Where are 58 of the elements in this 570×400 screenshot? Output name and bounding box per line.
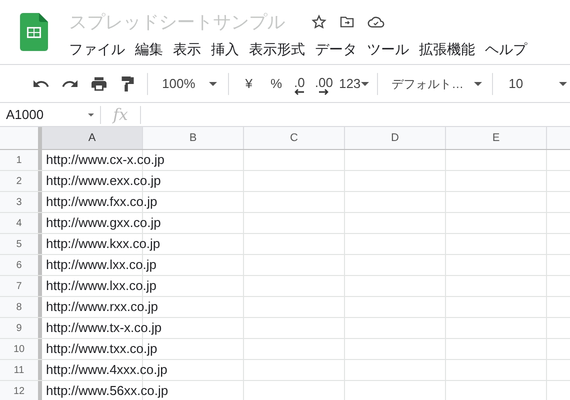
row-header[interactable]: 7	[0, 276, 42, 296]
row-header[interactable]: 10	[0, 339, 42, 359]
cell-reference: A1000	[6, 106, 44, 124]
name-box[interactable]: A1000	[0, 104, 100, 124]
zoom-dropdown[interactable]: 100%	[162, 74, 218, 94]
caret-icon	[88, 112, 94, 116]
left-arrow-icon	[294, 88, 304, 94]
column-header[interactable]: A	[42, 127, 143, 149]
right-arrow-icon	[318, 88, 329, 94]
cell-text: http://www.lxx.co.jp	[46, 256, 157, 274]
cell-text: http://www.txx.co.jp	[46, 340, 158, 358]
menu-item[interactable]: 表示形式	[249, 39, 305, 60]
star-icon[interactable]	[311, 14, 327, 30]
row-header[interactable]: 6	[0, 255, 42, 275]
row-header[interactable]: 4	[0, 213, 42, 233]
sheets-logo-icon[interactable]	[20, 13, 48, 51]
cell-text: http://www.rxx.co.jp	[46, 298, 158, 316]
cloud-check-icon[interactable]	[367, 14, 385, 30]
increase-decimals-button[interactable]: .00	[314, 72, 333, 94]
cell-text: http://www.kxx.co.jp	[46, 235, 160, 254]
menu-item[interactable]: ファイル	[69, 39, 125, 60]
function-label: fx	[111, 104, 129, 126]
more-formats-dropdown[interactable]: 123	[338, 74, 369, 94]
cell-text: http://www.4xxx.co.jp	[46, 361, 168, 380]
menu-item[interactable]: 表示	[173, 39, 201, 60]
font-size-dropdown[interactable]: 10	[508, 74, 568, 94]
cell-text: http://www.cx-x.co.jp	[46, 151, 164, 170]
menu-item[interactable]: ツール	[367, 39, 409, 60]
caret-icon	[209, 82, 218, 86]
cell-text: http://www.56xx.co.jp	[46, 382, 168, 400]
row-header[interactable]: 5	[0, 234, 42, 254]
cell-text: http://www.exx.co.jp	[46, 172, 161, 190]
caret-icon	[474, 82, 482, 86]
row-header[interactable]: 2	[0, 171, 42, 191]
decrease-decimals-button[interactable]: .0	[294, 72, 305, 94]
row-header[interactable]: 8	[0, 297, 42, 317]
percent-button[interactable]: %	[270, 74, 282, 94]
menu-item[interactable]: 挿入	[211, 39, 239, 60]
row-header[interactable]: 1	[0, 150, 42, 170]
folder-icon[interactable]	[339, 14, 355, 30]
caret-icon	[360, 82, 369, 86]
cell-text: http://www.gxx.co.jp	[46, 214, 161, 232]
print-icon[interactable]	[90, 74, 108, 92]
menu-item[interactable]: ヘルプ	[485, 39, 527, 60]
paint-format-icon[interactable]	[119, 74, 135, 92]
menu-item[interactable]: 拡張機能	[419, 39, 475, 60]
menu-item[interactable]: 編集	[135, 39, 163, 60]
currency-button[interactable]: ¥	[245, 74, 252, 94]
row-header[interactable]: 12	[0, 381, 42, 400]
font-dropdown[interactable]: デフォルト…	[392, 74, 482, 92]
menu-item[interactable]: データ	[315, 39, 357, 60]
cell-text: http://www.fxx.co.jp	[46, 193, 158, 212]
cell-text: http://www.lxx.co.jp	[46, 277, 157, 296]
row-header[interactable]: 3	[0, 192, 42, 212]
cell-text: http://www.tx-x.co.jp	[46, 319, 162, 338]
row-header[interactable]: 11	[0, 360, 42, 380]
row-header[interactable]: 9	[0, 318, 42, 338]
caret-icon	[559, 82, 568, 86]
